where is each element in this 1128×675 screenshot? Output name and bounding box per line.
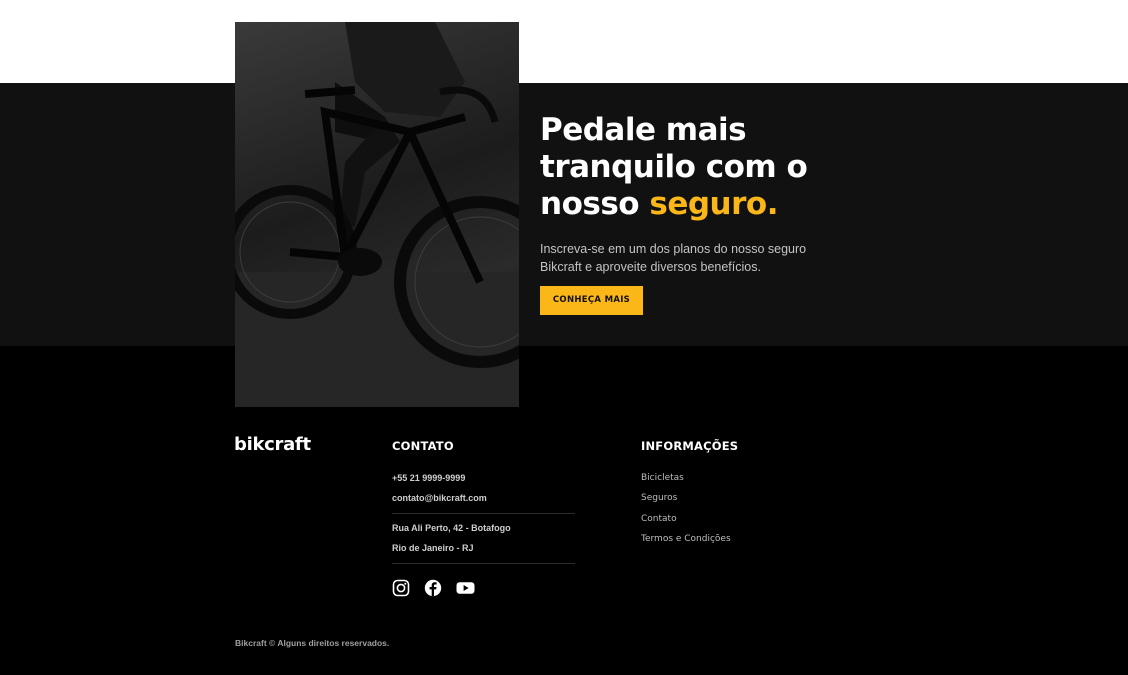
- info-link-contato[interactable]: Contato: [641, 514, 677, 524]
- cyclist-illustration: [235, 22, 519, 407]
- contact-divider: [392, 563, 575, 564]
- headline-accent: seguro.: [649, 186, 778, 222]
- insurance-headline: Pedale mais tranquilo com o nosso seguro.: [540, 112, 860, 223]
- headline-line-3: nosso: [540, 186, 650, 222]
- learn-more-button[interactable]: CONHEÇA MAIS: [540, 286, 643, 315]
- contact-divider: [392, 513, 575, 514]
- footer-logo[interactable]: bikcraft: [234, 434, 311, 455]
- cyclist-photo: [235, 22, 519, 407]
- youtube-icon[interactable]: [456, 579, 475, 597]
- info-link-bicicletas[interactable]: Bicicletas: [641, 473, 684, 483]
- contact-title: CONTATO: [392, 439, 454, 453]
- headline-line-1: Pedale mais: [540, 112, 747, 148]
- copyright: Bikcraft © Alguns direitos reservados.: [235, 638, 390, 648]
- instagram-icon[interactable]: [392, 579, 410, 597]
- facebook-icon[interactable]: [424, 579, 442, 597]
- contact-city: Rio de Janeiro - RJ: [392, 543, 474, 553]
- contact-email: contato@bikcraft.com: [392, 493, 487, 503]
- insurance-description: Inscreva-se em um dos planos do nosso se…: [540, 242, 807, 274]
- info-link-termos[interactable]: Termos e Condições: [641, 534, 731, 544]
- footer: [0, 346, 1128, 675]
- page-top-section: [0, 0, 1128, 83]
- contact-phone: +55 21 9999-9999: [392, 473, 466, 483]
- contact-street: Rua Ali Perto, 42 - Botafogo: [392, 523, 511, 533]
- headline-line-2: tranquilo com o: [540, 149, 808, 185]
- info-title: INFORMAÇÕES: [641, 439, 739, 453]
- info-link-seguros[interactable]: Seguros: [641, 493, 677, 503]
